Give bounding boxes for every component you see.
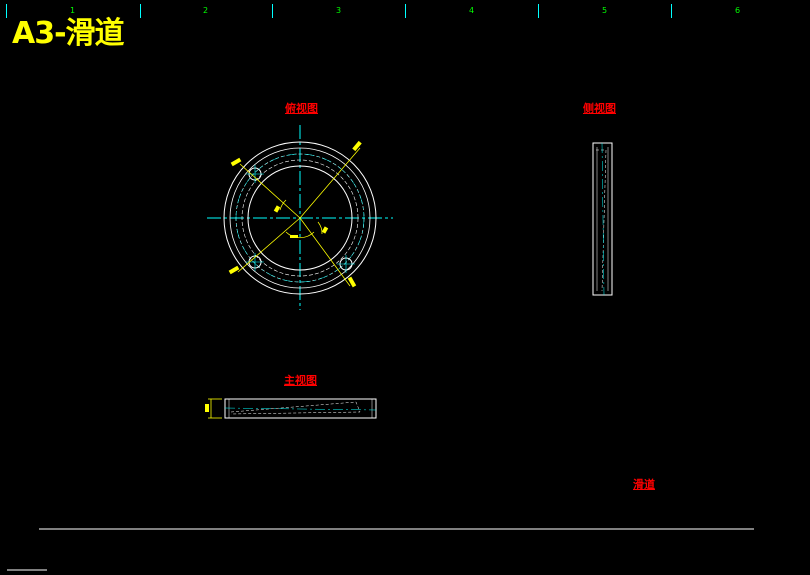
dimension-tag (290, 235, 298, 238)
side-view-taper (596, 149, 607, 292)
angle-arc (317, 221, 323, 235)
dimension-tag (352, 140, 362, 152)
dimension-tag (273, 205, 281, 213)
front-view-centerline (224, 407, 377, 411)
front-view-taper (230, 401, 361, 415)
drawing-canvas[interactable] (0, 0, 810, 575)
dimension-lines (237, 147, 361, 287)
front-view-drawing (205, 398, 377, 419)
dimension-tag (205, 404, 209, 412)
top-view-drawing (207, 125, 393, 310)
hole-leader-line (237, 217, 301, 273)
dimension-tag (228, 265, 240, 275)
dimension-tag (347, 276, 357, 288)
dimension-tag (321, 226, 329, 234)
front-view-height-dimension (208, 398, 222, 419)
dimension-tag (230, 157, 242, 167)
side-view-drawing (592, 142, 613, 296)
